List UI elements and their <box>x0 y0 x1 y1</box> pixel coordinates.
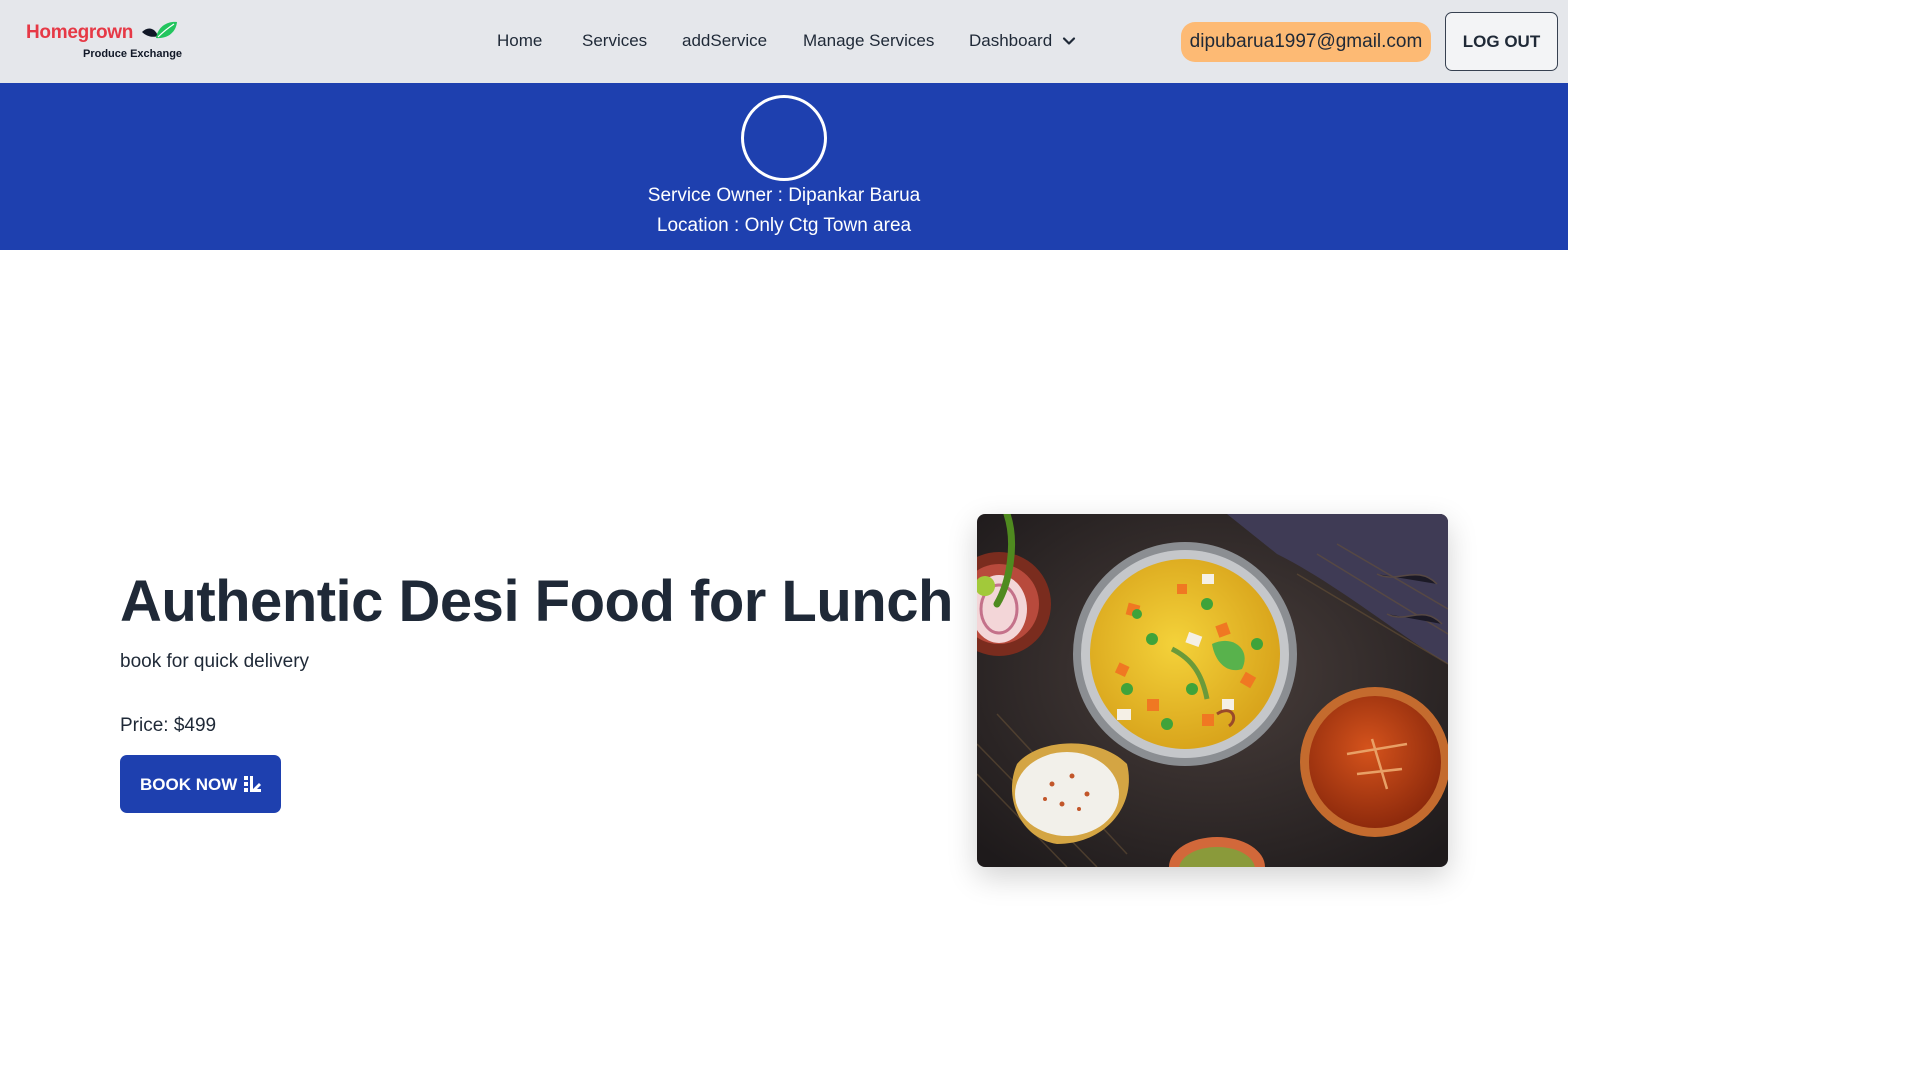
logout-button[interactable]: LOG OUT <box>1445 12 1558 71</box>
nav-home[interactable]: Home <box>497 31 542 51</box>
nav-dashboard[interactable]: Dashboard <box>969 31 1052 51</box>
user-email-badge: dipubarua1997@gmail.com <box>1181 22 1431 62</box>
service-location-text: Location : Only Ctg Town area <box>656 215 912 236</box>
leaf-icon <box>142 21 177 39</box>
service-owner-banner: Service Owner : Dipankar Barua Location … <box>0 83 1568 250</box>
service-subtitle: book for quick delivery <box>120 651 310 672</box>
service-price: Price: $499 <box>120 715 217 736</box>
book-now-label: BOOK NOW <box>140 775 238 794</box>
service-food-image <box>977 514 1448 867</box>
service-owner-text: Service Owner : Dipankar Barua <box>647 185 921 206</box>
nav-manage-services[interactable]: Manage Services <box>803 31 934 51</box>
chevron-down-icon[interactable] <box>1061 33 1077 49</box>
owner-avatar <box>741 95 827 181</box>
brand-name: Homegrown <box>26 22 134 43</box>
book-now-button[interactable]: BOOK NOW <box>120 755 281 813</box>
edit-icon <box>244 776 261 792</box>
brand-tagline: Produce Exchange <box>83 48 183 60</box>
nav-services[interactable]: Services <box>582 31 647 51</box>
top-navbar: Homegrown Produce Exchange Home Services… <box>0 0 1568 83</box>
nav-add-service[interactable]: addService <box>682 31 767 51</box>
service-title: Authentic Desi Food for Lunch <box>120 569 953 634</box>
brand-logo[interactable]: Homegrown Produce Exchange <box>24 18 184 64</box>
food-photo <box>977 514 1448 867</box>
